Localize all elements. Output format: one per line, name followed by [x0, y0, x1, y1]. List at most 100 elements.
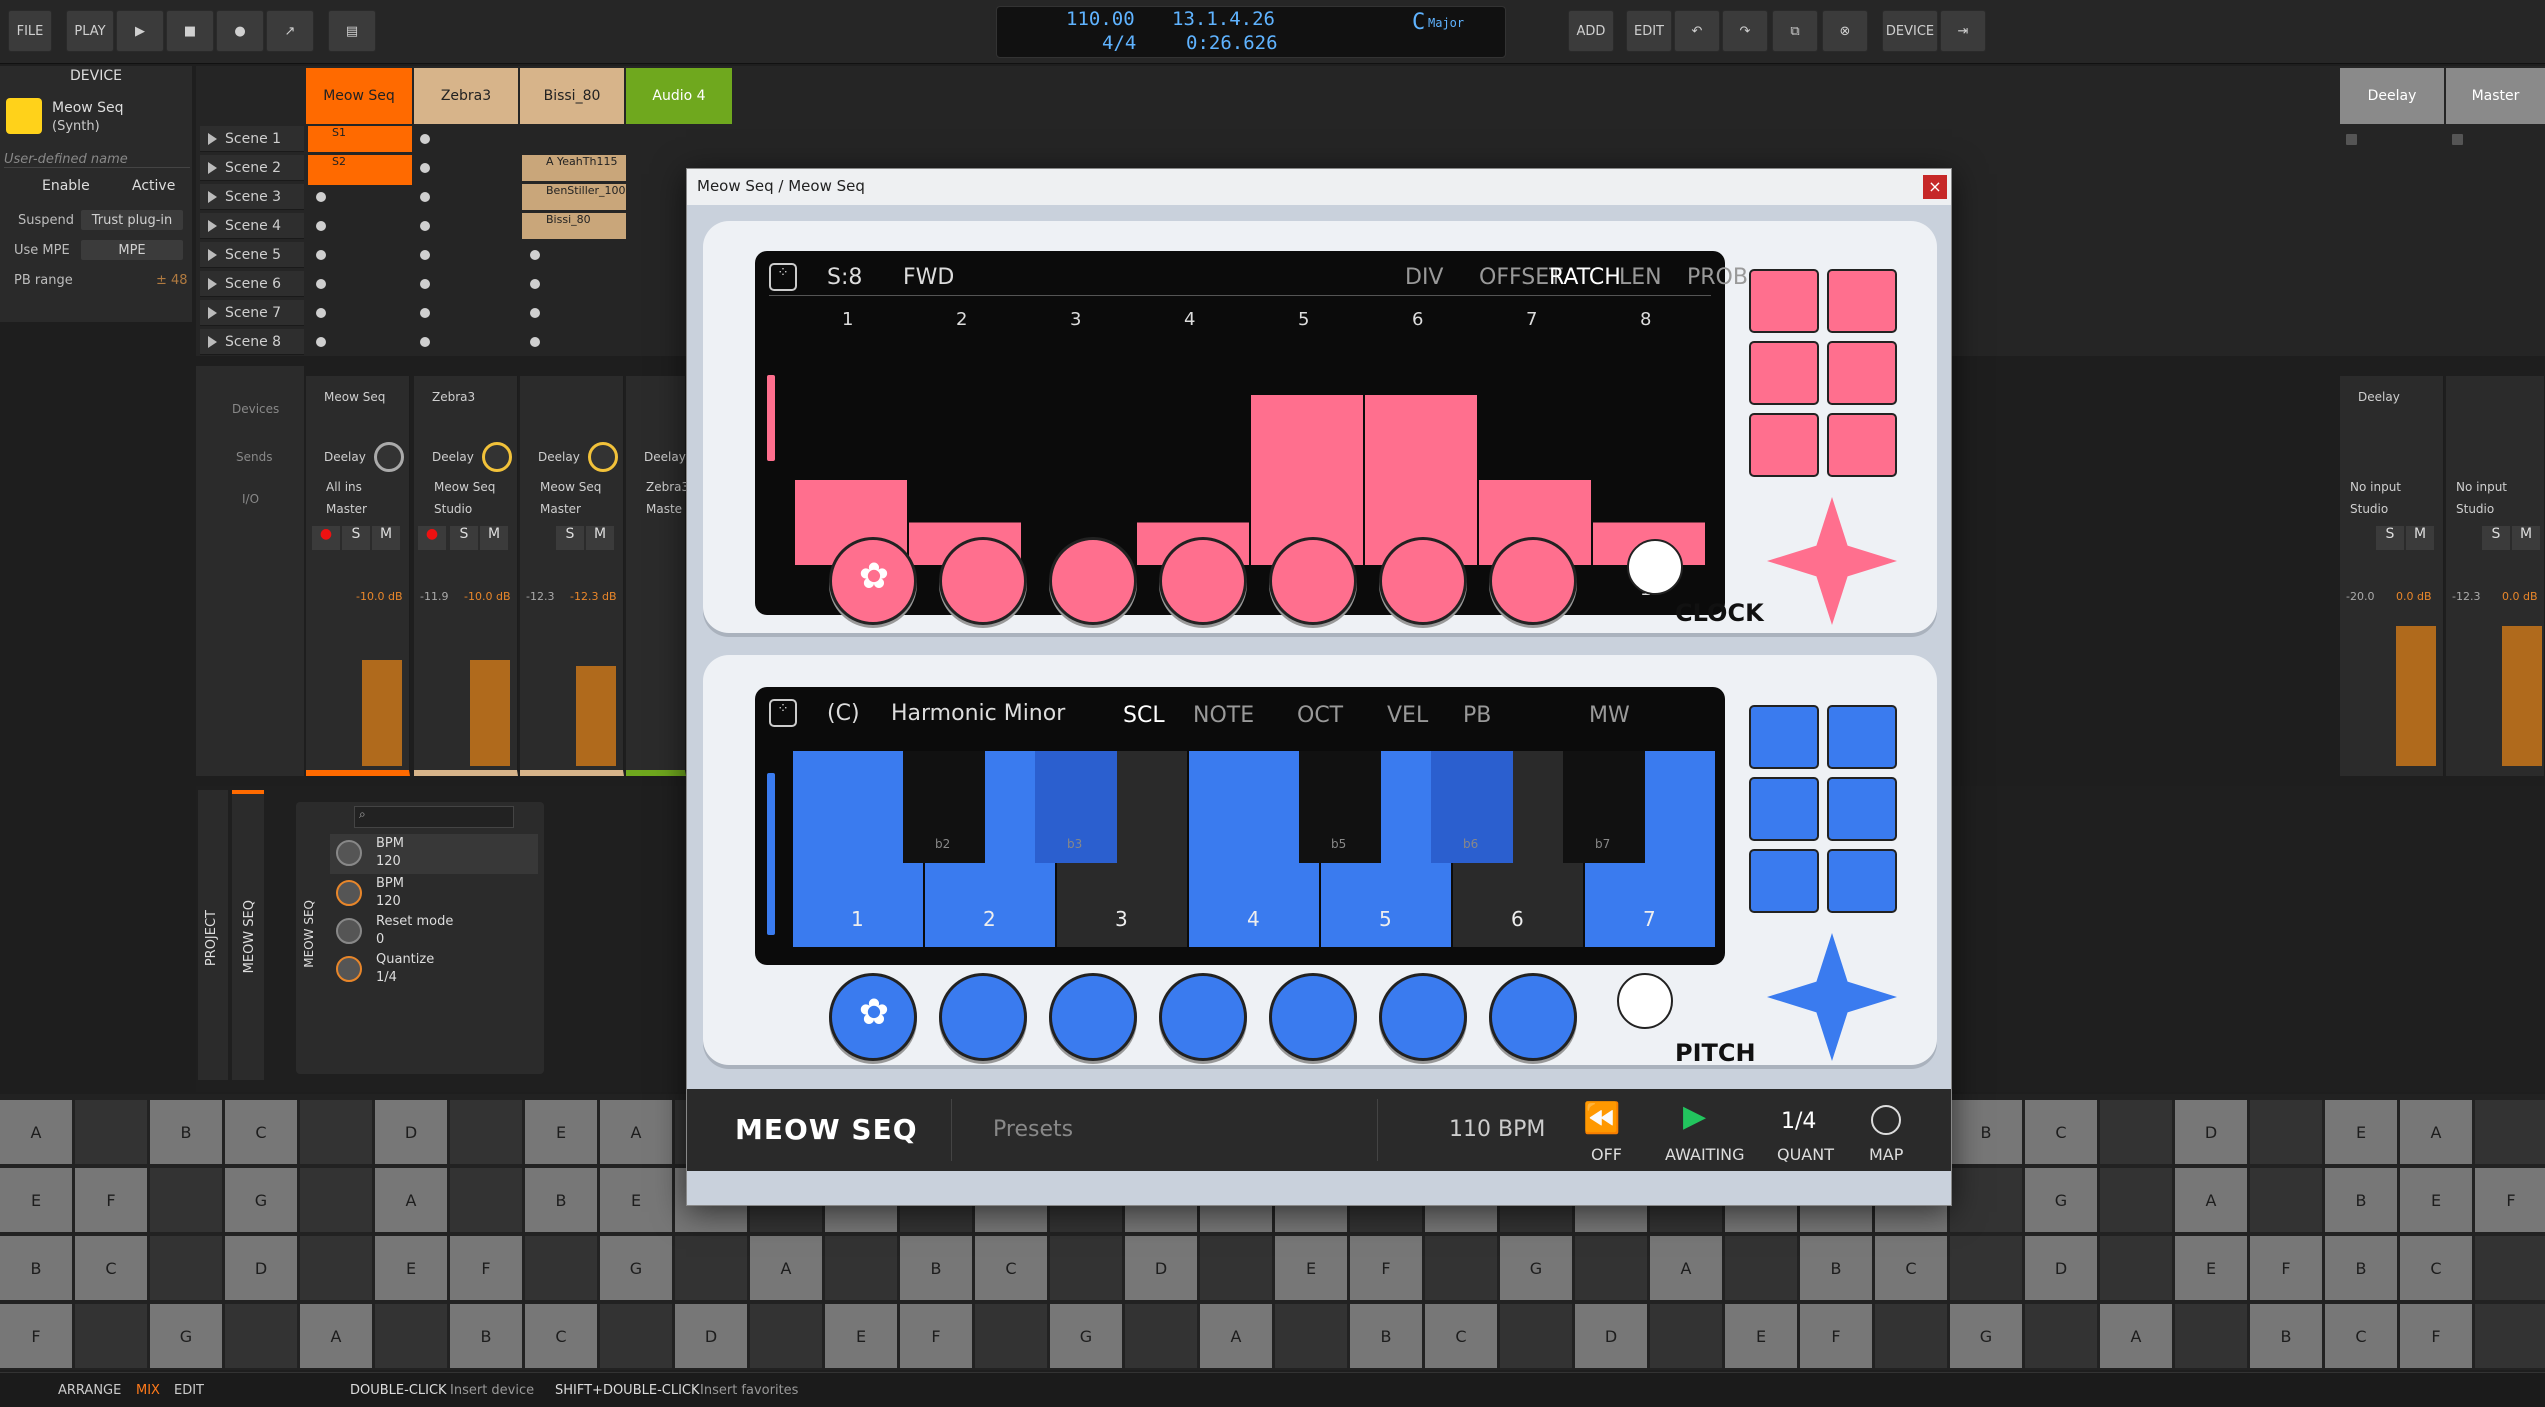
pitch-tab-note[interactable]: NOTE — [1193, 703, 1254, 728]
track-header-audio4[interactable]: Audio 4 — [626, 68, 732, 124]
edit-tab[interactable]: EDIT — [174, 1383, 204, 1398]
grid-cell[interactable]: E — [2175, 1236, 2247, 1300]
param-2[interactable]: BPM 120 — [330, 874, 538, 912]
clip-slot[interactable] — [316, 192, 326, 202]
clip-slot[interactable] — [2452, 134, 2463, 145]
grid-cell[interactable] — [1275, 1304, 1347, 1368]
clip-slot[interactable] — [2346, 134, 2357, 145]
send-knob[interactable] — [588, 442, 618, 472]
clock-range-slider[interactable] — [767, 375, 775, 461]
grid-cell[interactable]: E — [2325, 1100, 2397, 1164]
master-track-header[interactable]: Master — [2446, 68, 2545, 124]
grid-cell[interactable]: D — [675, 1304, 747, 1368]
grid-cell[interactable] — [2250, 1100, 2322, 1164]
yarn-pad[interactable] — [1749, 705, 1819, 769]
grid-cell[interactable] — [2475, 1304, 2545, 1368]
grid-cell[interactable]: G — [2025, 1168, 2097, 1232]
paw-knob[interactable]: ✿ — [829, 973, 917, 1061]
enable-toggle[interactable]: Enable — [42, 178, 90, 194]
clip-slot[interactable] — [530, 279, 540, 289]
clip-bissi-1[interactable]: A YeahTh115 — [522, 155, 626, 181]
output-select[interactable]: Master — [540, 502, 581, 516]
scene-2[interactable]: Scene 2 — [200, 155, 304, 181]
clock-tab-ratch[interactable]: RATCH — [1549, 265, 1621, 290]
clip-s1[interactable]: S1 — [308, 126, 412, 152]
device-chip[interactable]: Zebra3 — [432, 390, 475, 404]
grid-cell[interactable]: E — [2400, 1168, 2472, 1232]
grid-cell[interactable]: B — [900, 1236, 972, 1300]
grid-cell[interactable]: E — [375, 1236, 447, 1300]
grid-cell[interactable] — [2175, 1304, 2247, 1368]
step-knob[interactable] — [1379, 537, 1467, 625]
step-knob[interactable] — [1159, 537, 1247, 625]
clock-tab-div[interactable]: DIV — [1405, 265, 1443, 290]
grid-cell[interactable]: G — [1500, 1236, 1572, 1300]
clock-direction[interactable]: FWD — [903, 265, 954, 290]
position-time[interactable]: 0:26.626 — [1186, 32, 1278, 54]
clip-s2[interactable]: S2 — [308, 155, 412, 181]
black-key[interactable]: b2 — [903, 751, 985, 863]
grid-cell[interactable]: G — [150, 1304, 222, 1368]
grid-cell[interactable]: C — [1875, 1236, 1947, 1300]
clip-slot[interactable] — [316, 250, 326, 260]
grid-cell[interactable]: F — [450, 1236, 522, 1300]
trigger-pad[interactable] — [1827, 269, 1897, 333]
grid-cell[interactable] — [825, 1236, 897, 1300]
clock-steps[interactable]: S:8 — [827, 265, 862, 290]
pitch-tab-pb[interactable]: PB — [1463, 703, 1491, 728]
fx-track-header-deelay[interactable]: Deelay — [2340, 68, 2444, 124]
grid-cell[interactable]: A — [750, 1236, 822, 1300]
output-select[interactable]: Studio — [2456, 502, 2494, 516]
grid-cell[interactable]: D — [375, 1100, 447, 1164]
grid-cell[interactable]: F — [1800, 1304, 1872, 1368]
clip-slot[interactable] — [420, 279, 430, 289]
grid-cell[interactable]: E — [1275, 1236, 1347, 1300]
grid-cell[interactable] — [750, 1304, 822, 1368]
grid-cell[interactable] — [1650, 1304, 1722, 1368]
grid-cell[interactable]: B — [0, 1236, 72, 1300]
grid-cell[interactable]: B — [1800, 1236, 1872, 1300]
step-knob[interactable] — [1269, 973, 1357, 1061]
grid-cell[interactable]: C — [1425, 1304, 1497, 1368]
map-icon[interactable] — [1871, 1105, 1901, 1135]
grid-cell[interactable]: C — [75, 1236, 147, 1300]
scene-1[interactable]: Scene 1 — [200, 126, 304, 152]
trigger-pad[interactable] — [1749, 849, 1819, 913]
user-defined-name-field[interactable]: User-defined name — [4, 152, 190, 168]
grid-cell[interactable]: A — [2100, 1304, 2172, 1368]
grid-cell[interactable]: C — [525, 1304, 597, 1368]
solo-button[interactable]: S — [450, 526, 478, 550]
pb-range-value[interactable]: ± 48 — [156, 273, 188, 288]
mix-tab[interactable]: MIX — [136, 1383, 160, 1398]
grid-cell[interactable] — [300, 1236, 372, 1300]
print-icon[interactable]: ▤ — [328, 10, 376, 52]
grid-cell[interactable]: G — [1950, 1304, 2022, 1368]
presets-button[interactable]: Presets — [993, 1117, 1073, 1142]
clip-slot[interactable] — [316, 221, 326, 231]
grid-cell[interactable]: C — [225, 1100, 297, 1164]
solo-button[interactable]: S — [2482, 526, 2510, 550]
quantize-value[interactable]: 1/4 — [1781, 1109, 1816, 1134]
trigger-pad[interactable] — [1827, 413, 1897, 477]
paw-knob[interactable]: ✿ — [829, 537, 917, 625]
grid-cell[interactable]: B — [2325, 1168, 2397, 1232]
search-field[interactable]: ⌕ — [354, 806, 514, 828]
scene-4[interactable]: Scene 4 — [200, 213, 304, 239]
grid-cell[interactable] — [525, 1236, 597, 1300]
grid-cell[interactable]: A — [2400, 1100, 2472, 1164]
grid-cell[interactable] — [675, 1236, 747, 1300]
mute-button[interactable]: M — [2512, 526, 2540, 550]
grid-cell[interactable] — [2100, 1168, 2172, 1232]
grid-cell[interactable] — [2475, 1100, 2545, 1164]
grid-cell[interactable] — [75, 1304, 147, 1368]
play-menu-button[interactable]: PLAY — [66, 10, 114, 52]
grid-cell[interactable]: D — [225, 1236, 297, 1300]
grid-cell[interactable]: A — [300, 1304, 372, 1368]
grid-cell[interactable] — [1875, 1304, 1947, 1368]
rewind-icon[interactable]: ⏪ — [1583, 1101, 1620, 1136]
trigger-pad[interactable] — [1749, 413, 1819, 477]
pitch-scale[interactable]: Harmonic Minor — [891, 701, 1065, 726]
pitch-tab-vel[interactable]: VEL — [1387, 703, 1428, 728]
grid-cell[interactable]: D — [1575, 1304, 1647, 1368]
panel-icon[interactable]: ⇥ — [1940, 10, 1986, 52]
